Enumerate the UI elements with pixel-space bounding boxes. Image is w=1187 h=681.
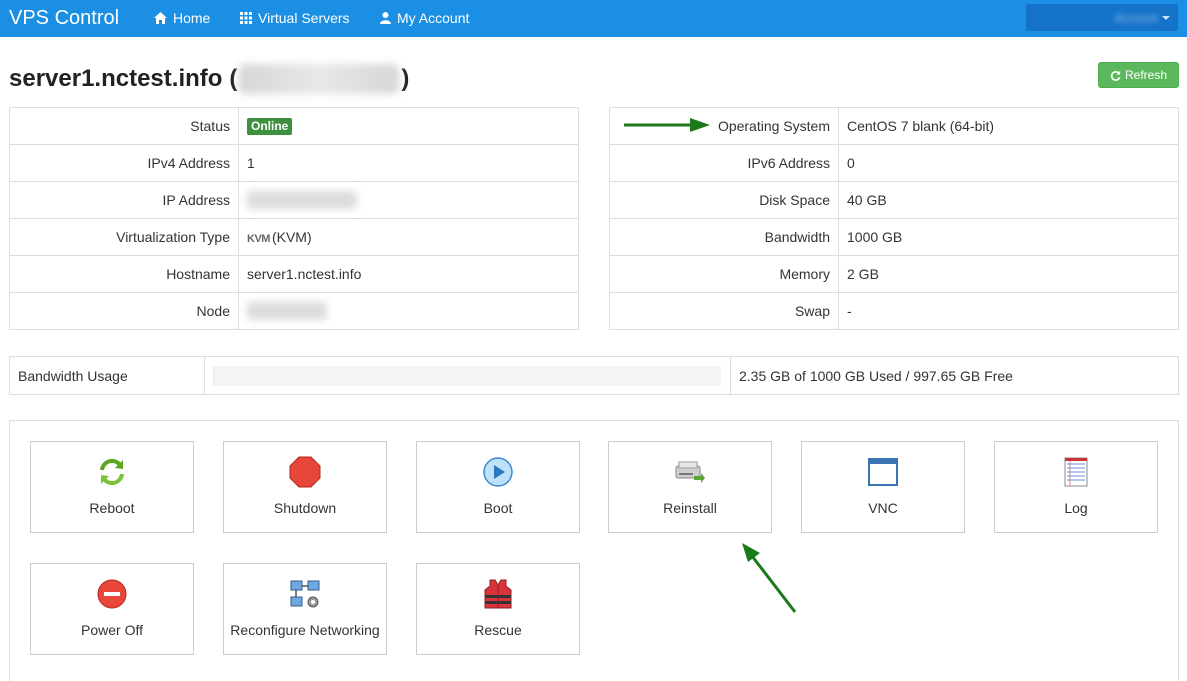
detail-label: IPv6 Address xyxy=(609,144,839,182)
refresh-label: Refresh xyxy=(1124,68,1168,82)
reboot-label: Reboot xyxy=(89,500,135,516)
grid-icon xyxy=(240,12,252,24)
detail-label: Swap xyxy=(609,292,839,330)
shutdown-label: Shutdown xyxy=(273,500,337,516)
vnc-button[interactable]: VNC xyxy=(801,441,965,533)
log-label: Log xyxy=(1064,500,1088,516)
shutdown-button[interactable]: Shutdown xyxy=(223,441,387,533)
detail-row-os: Operating System CentOS 7 blank (64-bit) xyxy=(609,107,1179,145)
detail-label: Virtualization Type xyxy=(9,218,239,256)
rescue-button[interactable]: Rescue xyxy=(416,563,580,655)
bandwidth-usage-table: Bandwidth Usage 2.35 GB of 1000 GB Used … xyxy=(9,356,1179,395)
reconfigure-networking-button[interactable]: Reconfigure Networking xyxy=(223,563,387,655)
detail-row-ipv6: IPv6 Address 0 xyxy=(609,144,1179,182)
bandwidth-progress-fill xyxy=(213,365,215,386)
detail-value: 2 GB xyxy=(838,255,1179,293)
detail-row-node: Node xyxy=(9,292,579,330)
kvm-logo-icon: KVM xyxy=(247,233,270,245)
nav-virtual-servers[interactable]: Virtual Servers xyxy=(240,10,350,26)
server-details-right: Operating System CentOS 7 blank (64-bit)… xyxy=(609,107,1179,330)
reinstall-button[interactable]: Reinstall xyxy=(608,441,772,533)
node-redacted xyxy=(247,302,327,321)
reinstall-icon xyxy=(675,461,705,483)
vnc-label: VNC xyxy=(868,500,898,516)
detail-value: (KVM) xyxy=(271,229,312,245)
detail-label: Disk Space xyxy=(609,181,839,219)
detail-label: IP Address xyxy=(9,181,239,219)
refresh-button[interactable]: Refresh xyxy=(1098,62,1179,88)
detail-value: 40 GB xyxy=(838,181,1179,219)
user-name-redacted: Account xyxy=(1114,10,1158,25)
vnc-icon xyxy=(868,458,898,486)
shutdown-icon xyxy=(289,456,321,488)
detail-value: 1000 GB xyxy=(838,218,1179,256)
log-icon xyxy=(1064,457,1088,487)
power-off-button[interactable]: Power Off xyxy=(30,563,194,655)
nav-my-account-label: My Account xyxy=(397,10,470,26)
detail-label: Memory xyxy=(609,255,839,293)
top-navbar: VPS Control Home Virtual Servers My Acco… xyxy=(0,0,1187,37)
brand-logo[interactable]: VPS Control xyxy=(9,6,119,30)
detail-row-ip-address: IP Address xyxy=(9,181,579,219)
nav-my-account[interactable]: My Account xyxy=(380,10,469,26)
detail-value: 0 xyxy=(838,144,1179,182)
user-icon xyxy=(380,12,391,24)
detail-row-virtualization: Virtualization Type KVM (KVM) xyxy=(9,218,579,256)
detail-value: CentOS 7 blank (64-bit) xyxy=(838,107,1179,145)
reboot-button[interactable]: Reboot xyxy=(30,441,194,533)
detail-row-hostname: Hostname server1.nctest.info xyxy=(9,255,579,293)
log-button[interactable]: Log xyxy=(994,441,1158,533)
reinstall-label: Reinstall xyxy=(663,500,717,516)
detail-row-memory: Memory 2 GB xyxy=(609,255,1179,293)
page-title: server1.nctest.info ( ) xyxy=(9,64,409,94)
reconfigure-networking-label: Reconfigure Networking xyxy=(230,622,380,638)
title-close-paren: ) xyxy=(401,65,410,92)
nav-virtual-servers-label: Virtual Servers xyxy=(258,10,350,26)
rescue-icon xyxy=(484,579,512,609)
detail-row-status: Status Online xyxy=(9,107,579,145)
ip-address-redacted xyxy=(247,191,357,210)
chevron-down-icon xyxy=(1162,15,1170,20)
title-open-paren: ( xyxy=(229,65,238,92)
reboot-icon xyxy=(100,458,124,486)
boot-icon xyxy=(483,457,513,487)
nav-home-label: Home xyxy=(173,10,211,26)
network-icon xyxy=(290,580,320,608)
home-icon xyxy=(154,12,167,24)
nav-home[interactable]: Home xyxy=(154,10,210,26)
detail-label: Node xyxy=(9,292,239,330)
bandwidth-progress-bar xyxy=(213,365,721,386)
power-off-label: Power Off xyxy=(81,622,143,638)
detail-label: Operating System xyxy=(609,107,839,145)
actions-panel: Reboot Shutdown Boot Reinstall VNC Log P… xyxy=(9,420,1179,681)
server-hostname-title: server1.nctest.info xyxy=(9,65,223,92)
detail-value: - xyxy=(838,292,1179,330)
detail-row-ipv4: IPv4 Address 1 xyxy=(9,144,579,182)
detail-label: Hostname xyxy=(9,255,239,293)
boot-button[interactable]: Boot xyxy=(416,441,580,533)
detail-value: 1 xyxy=(238,144,579,182)
server-details-left: Status Online IPv4 Address 1 IP Address … xyxy=(9,107,579,330)
bandwidth-usage-label: Bandwidth Usage xyxy=(9,356,205,395)
detail-row-bandwidth: Bandwidth 1000 GB xyxy=(609,218,1179,256)
detail-row-swap: Swap - xyxy=(609,292,1179,330)
detail-label: Status xyxy=(9,107,239,145)
detail-row-disk: Disk Space 40 GB xyxy=(609,181,1179,219)
rescue-label: Rescue xyxy=(474,622,522,638)
detail-label: Bandwidth xyxy=(609,218,839,256)
refresh-icon xyxy=(1110,70,1121,81)
user-dropdown[interactable]: Account xyxy=(1026,4,1178,31)
detail-value: server1.nctest.info xyxy=(238,255,579,293)
power-off-icon xyxy=(97,579,127,609)
detail-label: IPv4 Address xyxy=(9,144,239,182)
status-badge: Online xyxy=(247,118,293,135)
server-ip-redacted xyxy=(239,64,400,94)
bandwidth-summary: 2.35 GB of 1000 GB Used / 997.65 GB Free xyxy=(730,356,1179,395)
boot-label: Boot xyxy=(483,500,513,516)
